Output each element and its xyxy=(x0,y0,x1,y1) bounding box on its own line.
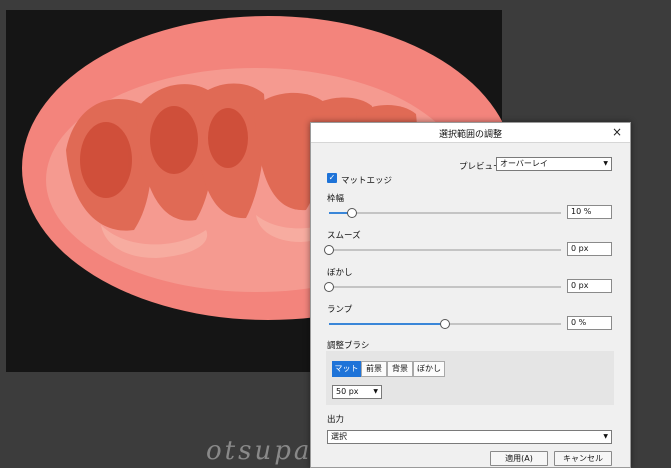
slider-label-smooth: スムーズ xyxy=(327,231,361,241)
dialog-title: 選択範囲の調整 xyxy=(438,130,502,140)
feather-value-input[interactable]: 0 px xyxy=(567,279,612,293)
matte-edge-checkbox[interactable]: ✓ xyxy=(327,173,337,183)
brush-mode-foreground[interactable]: 前景 xyxy=(361,361,387,377)
slider-label-feather: ぼかし xyxy=(327,268,353,278)
brush-mode-background[interactable]: 背景 xyxy=(387,361,413,377)
feather-slider-thumb[interactable] xyxy=(324,282,334,292)
ramp-value-input[interactable]: 0 % xyxy=(567,316,612,330)
border-width-slider-track[interactable] xyxy=(329,212,561,214)
border-width-slider-thumb[interactable] xyxy=(347,208,358,218)
preview-select[interactable]: オーバーレイ ▼ xyxy=(496,157,612,171)
smooth-slider-thumb[interactable] xyxy=(324,245,334,255)
slider-label-ramp: ランプ xyxy=(327,305,353,315)
brush-size-value: 50 px xyxy=(336,387,359,396)
close-icon[interactable]: × xyxy=(610,125,624,139)
apply-button[interactable]: 適用(A) xyxy=(490,451,548,466)
ramp-slider-thumb[interactable] xyxy=(440,319,450,329)
slider-label-border-width: 枠幅 xyxy=(327,194,345,204)
brush-mode-feather[interactable]: ぼかし xyxy=(413,361,445,377)
output-select[interactable]: 選択 ▼ xyxy=(327,430,612,444)
matte-edge-label: マットエッジ xyxy=(341,176,393,186)
output-select-value: 選択 xyxy=(331,432,347,441)
chevron-down-icon: ▼ xyxy=(603,433,608,440)
slider-fill xyxy=(329,323,445,325)
chevron-down-icon: ▼ xyxy=(603,160,608,167)
refine-selection-dialog: 選択範囲の調整 × プレビュー オーバーレイ ▼ ✓ マットエッジ 枠幅 10 … xyxy=(310,122,631,468)
brush-mode-matte[interactable]: マット xyxy=(332,361,361,377)
smooth-slider-track[interactable] xyxy=(329,249,561,251)
brush-size-select[interactable]: 50 px ▼ xyxy=(332,385,382,399)
output-label: 出力 xyxy=(327,415,345,425)
preview-select-value: オーバーレイ xyxy=(500,159,548,168)
cancel-button[interactable]: キャンセル xyxy=(554,451,612,466)
border-width-value-input[interactable]: 10 % xyxy=(567,205,612,219)
chevron-down-icon: ▼ xyxy=(373,388,378,395)
dialog-titlebar[interactable]: 選択範囲の調整 × xyxy=(311,123,630,143)
smooth-value-input[interactable]: 0 px xyxy=(567,242,612,256)
feather-slider-track[interactable] xyxy=(329,286,561,288)
adjust-brush-label: 調整ブラシ xyxy=(327,341,370,351)
